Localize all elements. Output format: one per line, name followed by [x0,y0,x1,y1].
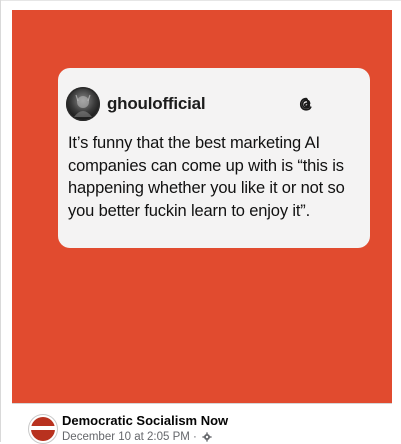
threads-logo-icon [299,97,312,111]
threads-quote-card: ghoulofficial It’s funny that the best m… [58,68,370,248]
left-border [0,0,1,442]
post-frame: ghoulofficial It’s funny that the best m… [0,0,401,444]
page-avatar-band [31,426,55,430]
post-meta: December 10 at 2:05 PM · [62,431,212,443]
page-name-link[interactable]: Democratic Socialism Now [62,413,228,428]
post-timestamp-link[interactable]: December 10 at 2:05 PM [62,431,190,443]
post-image[interactable]: ghoulofficial It’s funny that the best m… [12,10,392,403]
gear-icon[interactable] [202,432,212,442]
page-avatar[interactable] [28,414,58,444]
post-header: Democratic Socialism Now December 10 at … [12,404,392,444]
card-username: ghoulofficial [107,94,206,113]
meta-separator: · [193,431,197,443]
profile-photo-icon [66,87,100,121]
top-divider [0,0,401,1]
quote-text: It’s funny that the best marketing AI co… [68,134,345,220]
